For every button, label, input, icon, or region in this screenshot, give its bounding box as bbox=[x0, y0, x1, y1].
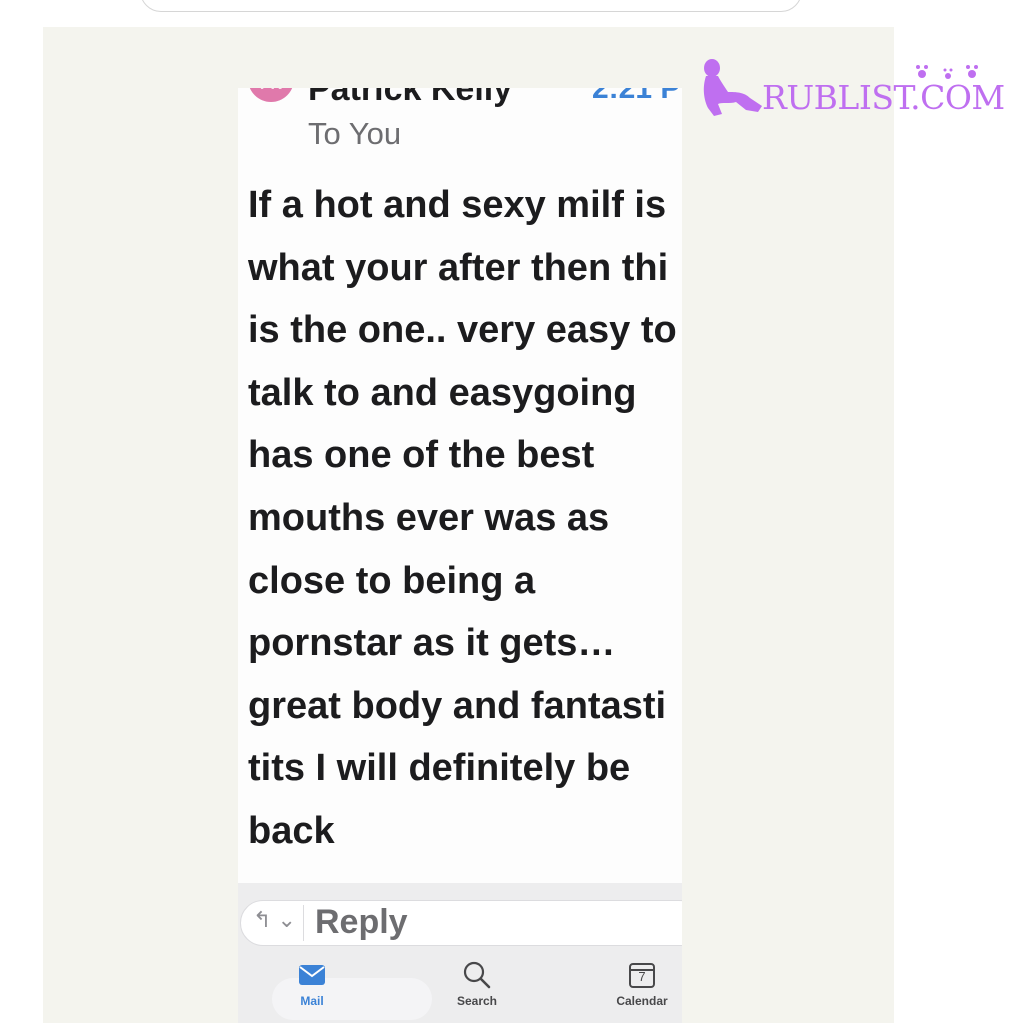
email-time: 2:21 P bbox=[592, 88, 681, 105]
tab-search-label: Search bbox=[456, 994, 498, 1008]
tab-calendar[interactable]: 7 Calendar bbox=[597, 960, 682, 1008]
email-body-line: what your after then thi bbox=[248, 246, 669, 289]
email-body-line: has one of the best bbox=[248, 434, 595, 477]
email-card: PK Patrick Kelly 2:21 P To You If a hot … bbox=[238, 88, 682, 883]
email-body-line: talk to and easygoing bbox=[248, 371, 637, 414]
mail-screenshot: PK Patrick Kelly 2:21 P To You If a hot … bbox=[238, 88, 682, 1023]
sender-name[interactable]: Patrick Kelly bbox=[308, 88, 512, 109]
rublist-watermark: RUBLIST.COM bbox=[700, 58, 1005, 122]
figure-logo-icon bbox=[703, 59, 762, 116]
email-body-line: great body and fantasti bbox=[248, 684, 667, 727]
email-body-line: If a hot and sexy milf is bbox=[248, 184, 667, 226]
tab-mail[interactable]: Mail bbox=[267, 960, 357, 1008]
search-icon bbox=[463, 961, 491, 989]
reply-divider bbox=[303, 905, 304, 941]
browser-address-bar[interactable] bbox=[140, 0, 802, 12]
recipient-line[interactable]: To You bbox=[308, 116, 401, 152]
reply-button[interactable]: Reply bbox=[315, 903, 408, 942]
email-body: If a hot and sexy milf is what your afte… bbox=[248, 180, 677, 869]
email-body-line: close to being a bbox=[248, 559, 536, 602]
paw-prints-icon bbox=[916, 65, 978, 79]
reply-bar[interactable]: ↰ ⌄ Reply bbox=[240, 900, 682, 946]
calendar-day: 7 bbox=[638, 969, 646, 984]
email-body-line: mouths ever was as bbox=[248, 496, 610, 539]
mail-icon bbox=[299, 965, 325, 985]
sender-avatar: PK bbox=[248, 88, 294, 102]
email-body-line: back bbox=[248, 809, 335, 852]
reply-options-icon[interactable]: ↰ ⌄ bbox=[253, 907, 296, 933]
tab-calendar-label: Calendar bbox=[616, 994, 668, 1008]
email-body-line: is the one.. very easy to bbox=[248, 309, 677, 352]
tab-mail-label: Mail bbox=[300, 994, 324, 1008]
email-body-line: tits I will definitely be bbox=[248, 747, 631, 790]
tab-search[interactable]: Search bbox=[432, 960, 522, 1008]
avatar-initials: PK bbox=[260, 88, 282, 94]
email-body-line: pornstar as it gets… bbox=[248, 622, 616, 665]
